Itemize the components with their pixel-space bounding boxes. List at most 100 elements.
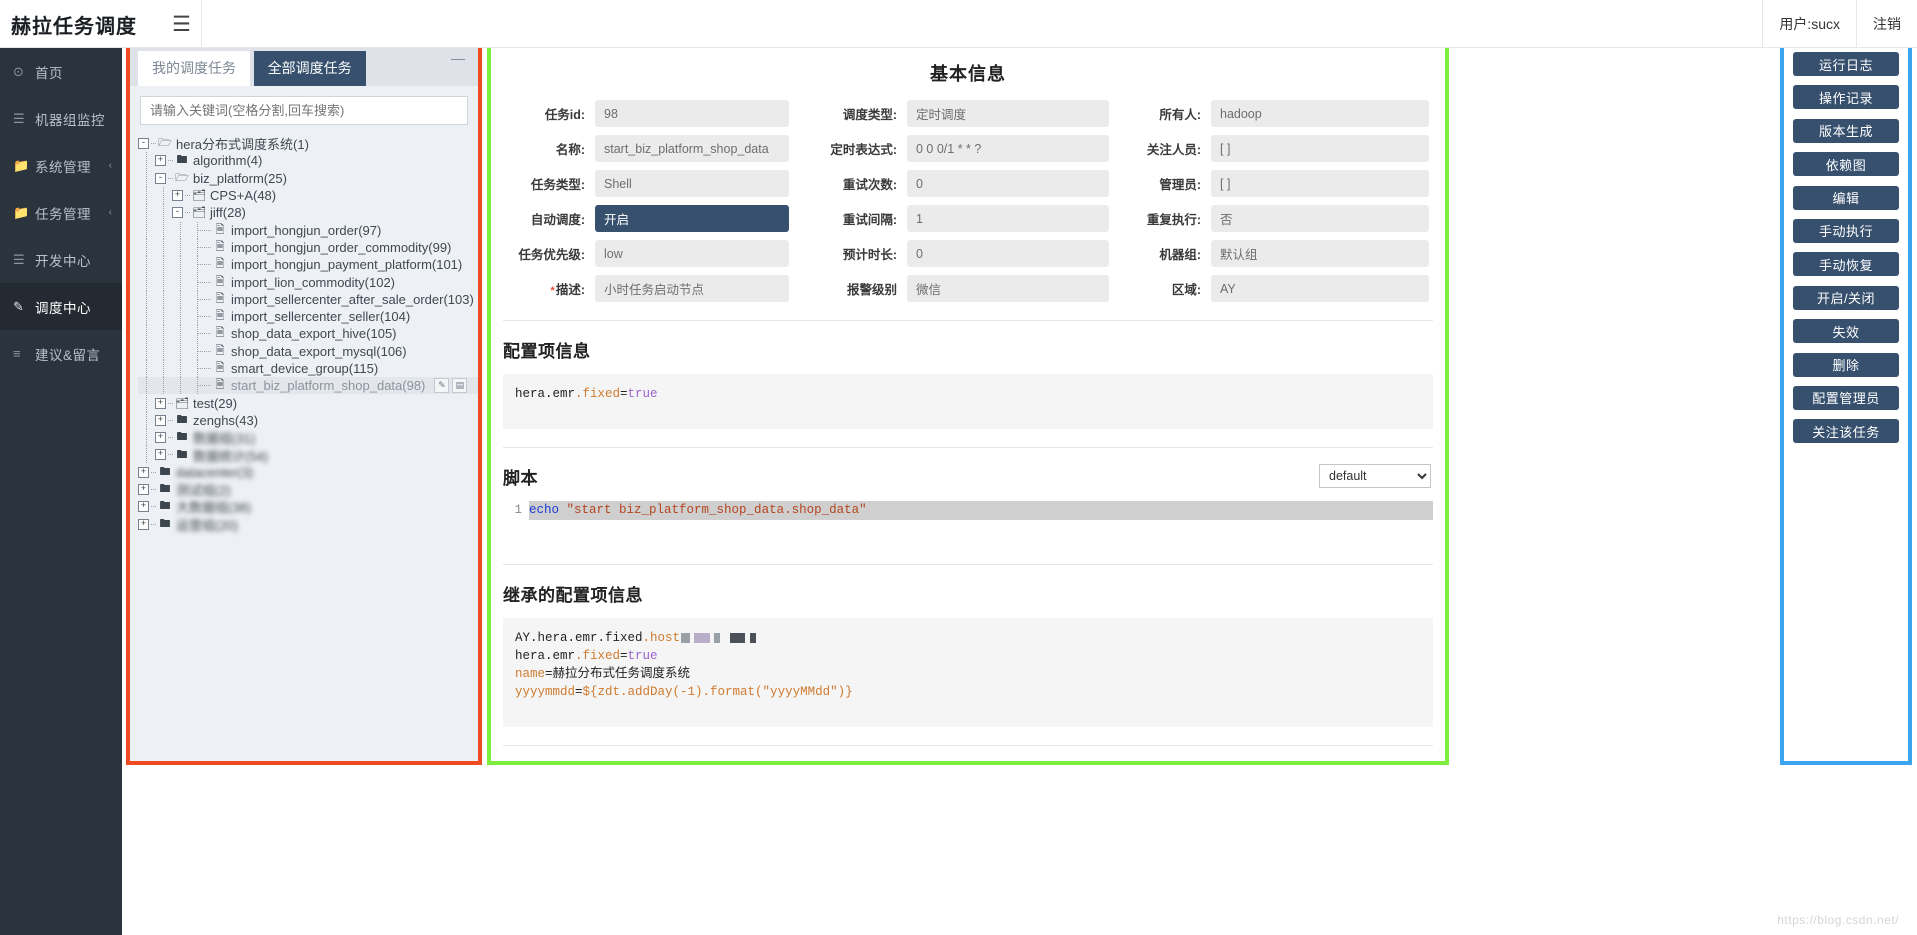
tree-node[interactable]: 🗎 import_sellercenter_seller(104)	[138, 308, 478, 326]
tree-node[interactable]: 🗎 shop_data_export_hive(105)	[138, 325, 478, 343]
tree-node[interactable]: 🗎 smart_device_group(115)	[138, 360, 478, 377]
tree-node[interactable]: + 🖿 algorithm(4)	[138, 152, 478, 170]
collapse-node-icon[interactable]: -	[138, 138, 149, 150]
tree-node-label[interactable]: import_sellercenter_seller(104)	[228, 309, 410, 324]
action-button-3[interactable]: 依赖图	[1793, 152, 1899, 177]
tree-node[interactable]: 🗎 shop_data_export_mysql(106)	[138, 342, 478, 360]
expand-node-icon[interactable]: +	[138, 518, 149, 530]
tree-node[interactable]: + 🖿 数据统计(54)	[138, 446, 478, 465]
expand-node-icon[interactable]: +	[155, 155, 166, 167]
tree-node-label[interactable]: shop_data_export_hive(105)	[228, 326, 397, 341]
tree-node[interactable]: + 🖿 运营组(20)	[138, 516, 478, 533]
tree-node-label[interactable]: test(29)	[190, 396, 237, 411]
tree-node[interactable]: + 🗂 CPS+A(48)	[138, 187, 478, 205]
action-button-2[interactable]: 版本生成	[1793, 118, 1899, 143]
tree-node[interactable]: 🗎 import_lion_commodity(102)	[138, 273, 478, 291]
tree-node-label[interactable]: 大数据组(38)	[173, 497, 251, 516]
sidebar-item-4[interactable]: ☰ 开发中心	[0, 236, 122, 283]
chevron-left-icon: ‹	[108, 160, 112, 171]
form-field-label: 区域:	[1171, 283, 1201, 297]
minimize-icon[interactable]: —	[450, 51, 466, 69]
tree-node[interactable]: 🗎 import_hongjun_order(97)	[138, 221, 478, 239]
collapse-node-icon[interactable]: -	[155, 172, 166, 184]
tree-node-label[interactable]: import_sellercenter_after_sale_order(103…	[228, 292, 474, 307]
sidebar-item-3[interactable]: 📁 任务管理 ‹	[0, 189, 122, 236]
logout-button[interactable]: 注销	[1856, 0, 1917, 48]
copy-icon[interactable]: ▤	[452, 378, 468, 394]
expand-node-icon[interactable]: +	[138, 501, 149, 513]
tree-node-label[interactable]: shop_data_export_mysql(106)	[228, 344, 407, 359]
tree-node[interactable]: + 🖿 测试组(2)	[138, 481, 478, 498]
tree-node-label[interactable]: zenghs(43)	[190, 413, 258, 428]
tree-node[interactable]: + 🖿 datacenter(3)	[138, 464, 478, 481]
inherited-line2-value: true	[627, 649, 658, 663]
tree-node[interactable]: + 🖿 zenghs(43)	[138, 411, 478, 429]
action-button-11[interactable]: 关注该任务	[1793, 419, 1899, 444]
tree-node[interactable]: + 🖿 大数据组(38)	[138, 498, 478, 515]
tree-node-label[interactable]: import_hongjun_order_commodity(99)	[228, 240, 451, 255]
tree-node-label[interactable]: hera分布式调度系统(1)	[173, 134, 309, 153]
tree-guide-line	[138, 256, 155, 274]
search-input[interactable]	[140, 96, 468, 125]
tree-node[interactable]: 🗎 import_hongjun_payment_platform(101)	[138, 256, 478, 274]
hamburger-menu-icon[interactable]: ☰	[162, 0, 202, 48]
tree-indent-guides	[138, 411, 155, 429]
tree-node[interactable]: 🗎 import_sellercenter_after_sale_order(10…	[138, 290, 478, 308]
action-button-5[interactable]: 手动执行	[1793, 218, 1899, 243]
action-button-6[interactable]: 手动恢复	[1793, 252, 1899, 277]
tree-node-label[interactable]: 运营组(20)	[173, 515, 238, 534]
tree-node[interactable]: - 🗂 jiff(28)	[138, 204, 478, 222]
tree-indent-guides	[138, 273, 189, 291]
tab-my-tasks[interactable]: 我的调度任务	[138, 51, 250, 86]
expand-node-icon[interactable]: +	[155, 397, 166, 409]
tree-node-label[interactable]: import_hongjun_payment_platform(101)	[228, 257, 462, 272]
tree-node[interactable]: + 🗂 test(29)	[138, 394, 478, 412]
expand-node-icon[interactable]: +	[155, 432, 166, 444]
tree-node[interactable]: 🗎 import_hongjun_order_commodity(99)	[138, 238, 478, 256]
action-button-0[interactable]: 运行日志	[1793, 52, 1899, 76]
expand-node-icon[interactable]: +	[172, 190, 183, 202]
file-icon: 🗎	[215, 223, 225, 236]
file-icon: 🗎	[215, 258, 225, 271]
tab-all-tasks[interactable]: 全部调度任务	[253, 51, 366, 86]
sidebar-item-2[interactable]: 📁 系统管理 ‹	[0, 142, 122, 189]
action-button-4[interactable]: 编辑	[1793, 185, 1899, 210]
pencil-icon[interactable]: ✎	[434, 378, 450, 394]
form-field-value[interactable]: 开启	[595, 205, 789, 232]
action-button-8[interactable]: 失效	[1793, 319, 1899, 344]
action-button-10[interactable]: 配置管理员	[1793, 385, 1899, 410]
tree-node[interactable]: + 🖿 数据组(31)	[138, 429, 478, 446]
tree-node-label[interactable]: jiff(28)	[207, 205, 246, 220]
form-field: 任务类型: Shell	[497, 170, 789, 197]
tree-node-label[interactable]: 数据组(31)	[190, 428, 255, 447]
expand-node-icon[interactable]: +	[155, 449, 166, 461]
tree-node[interactable]: - 🗁 biz_platform(25)	[138, 169, 478, 187]
script-code-line[interactable]: 1 echo "start biz_platform_shop_data.sho…	[503, 501, 1433, 520]
expand-node-icon[interactable]: +	[155, 414, 166, 426]
sidebar-item-5[interactable]: ✎ 调度中心	[0, 283, 122, 330]
action-button-9[interactable]: 删除	[1793, 352, 1899, 377]
expand-node-icon[interactable]: +	[138, 484, 149, 496]
sidebar-item-6[interactable]: ≡ 建议&留言	[0, 330, 122, 377]
sidebar-item-0[interactable]: ⊙ 首页	[0, 48, 122, 95]
tree-node-label[interactable]: start_biz_platform_shop_data(98)	[228, 378, 425, 393]
tree-node-label[interactable]: 测试组(2)	[173, 480, 231, 499]
tree-node-label[interactable]: datacenter(3)	[173, 465, 253, 480]
tree-node[interactable]: - 🗁 hera分布式调度系统(1)	[138, 135, 478, 152]
collapse-node-icon[interactable]: -	[172, 207, 183, 219]
script-code-text: echo "start biz_platform_shop_data.shop_…	[529, 501, 1433, 520]
script-version-select[interactable]: default	[1319, 464, 1431, 488]
expand-node-icon[interactable]: +	[138, 466, 149, 478]
tree-node-label[interactable]: CPS+A(48)	[207, 188, 276, 203]
tree-node-label[interactable]: 数据统计(54)	[190, 446, 268, 465]
tree-node-label[interactable]: smart_device_group(115)	[228, 361, 378, 376]
action-button-7[interactable]: 开启/关闭	[1793, 285, 1899, 310]
tree-node-label[interactable]: algorithm(4)	[190, 153, 262, 168]
action-button-1[interactable]: 操作记录	[1793, 85, 1899, 110]
folder-icon: 🖿	[159, 500, 171, 513]
tree-node-label[interactable]: biz_platform(25)	[190, 171, 287, 186]
sidebar-item-1[interactable]: ☰ 机器组监控	[0, 95, 122, 142]
tree-node-label[interactable]: import_hongjun_order(97)	[228, 223, 381, 238]
tree-node[interactable]: 🗎 start_biz_platform_shop_data(98) ✎ ▤	[138, 377, 478, 395]
tree-node-label[interactable]: import_lion_commodity(102)	[228, 275, 395, 290]
